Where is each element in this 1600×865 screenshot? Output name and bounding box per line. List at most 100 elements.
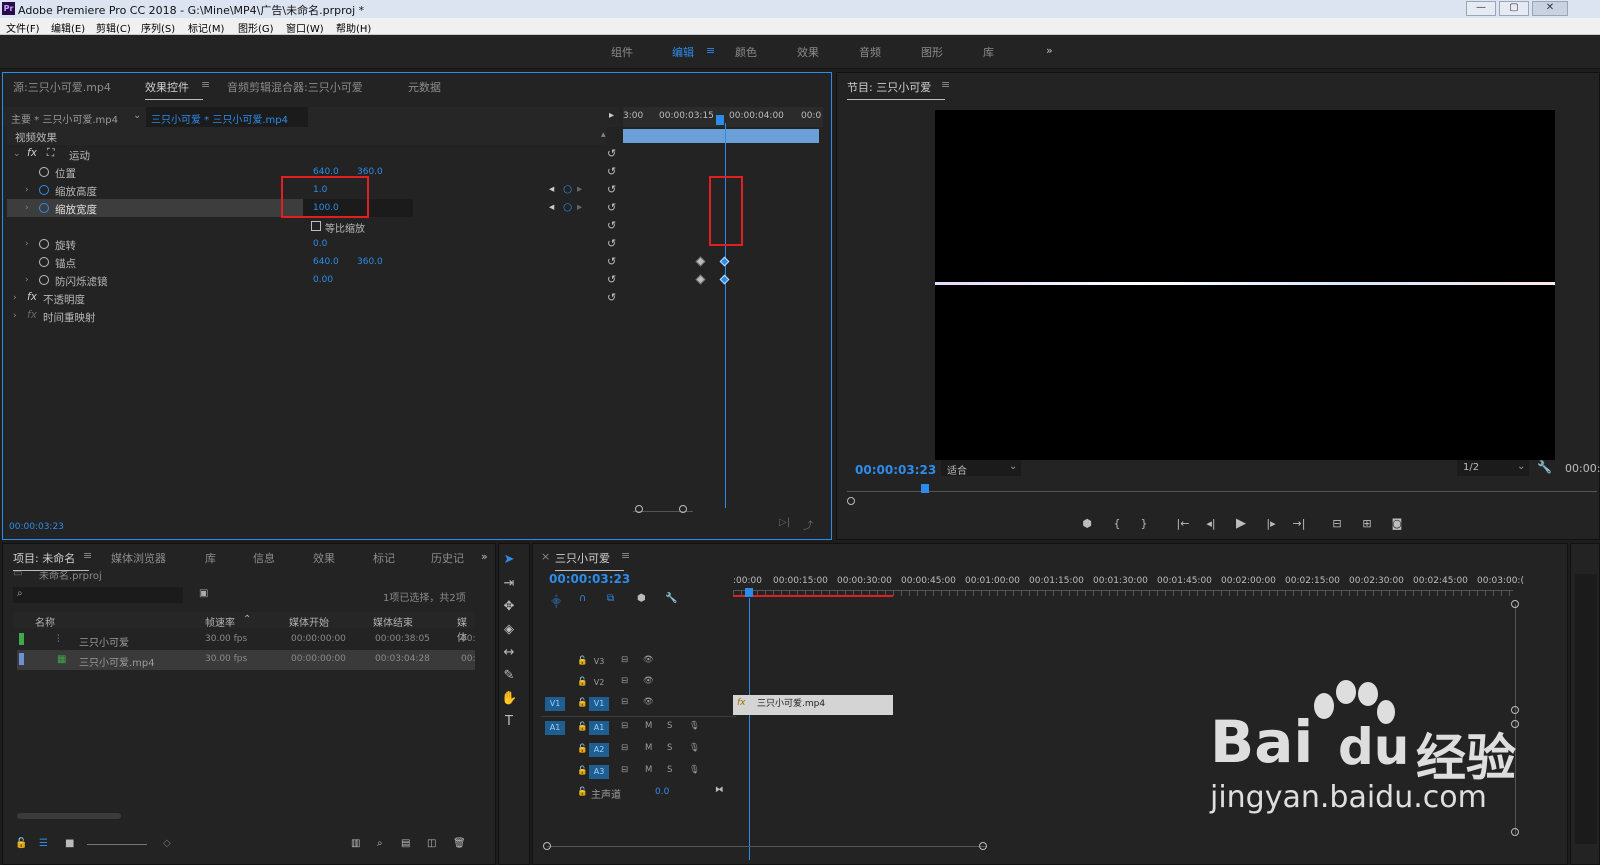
list-item[interactable]: ⫶ 三只小可爱 30.00 fps 00:00:00:00 00:00:38:0…	[17, 630, 475, 650]
mic-icon[interactable]: 🎙	[689, 765, 700, 775]
lock-icon[interactable]: 🔓	[15, 838, 27, 849]
wrench-icon[interactable]: 🔧	[665, 593, 677, 604]
resolution-dropdown[interactable]: 1/2 ⌄	[1457, 460, 1529, 476]
reset-icon[interactable]: ↺	[607, 147, 616, 160]
effect-timecode[interactable]: 00:00:03:23	[9, 522, 64, 532]
sequence-clip-label[interactable]: 三只小可爱 * 三只小可爱.mp4	[151, 111, 288, 126]
track-target[interactable]: A3	[589, 765, 609, 779]
track-target[interactable]: V2	[589, 676, 609, 690]
stopwatch-icon[interactable]	[39, 257, 49, 267]
new-bin-icon[interactable]: ▤	[401, 838, 410, 849]
selection-tool-icon[interactable]: ➤	[501, 552, 517, 567]
panel-menu-icon[interactable]: ≡	[201, 78, 210, 91]
reset-icon[interactable]: ↺	[607, 183, 616, 196]
sync-lock-icon[interactable]: ⊟	[621, 743, 628, 753]
value-field[interactable]: 0.00	[313, 275, 333, 285]
lock-icon[interactable]: 🔓	[577, 677, 588, 687]
mini-timeline-ruler[interactable]: 3:00 00:00:03:15 00:00:04:00 00:0	[623, 107, 823, 127]
track-target[interactable]: A2	[589, 743, 609, 757]
horizontal-scrollbar[interactable]	[547, 846, 987, 847]
sync-lock-icon[interactable]: ⊟	[621, 697, 628, 707]
uniform-scale-checkbox[interactable]	[311, 221, 321, 231]
step-back-icon[interactable]: ◂|	[1201, 517, 1221, 530]
program-timecode[interactable]: 00:00:03:23	[855, 463, 936, 477]
tab-effect-controls[interactable]: 效果控件	[145, 79, 203, 100]
list-view-icon[interactable]: ☰	[39, 838, 48, 849]
workspace-menu-icon[interactable]: ≡	[706, 44, 715, 57]
mic-icon[interactable]: 🎙	[689, 721, 700, 731]
tab-effects[interactable]: 效果	[313, 550, 335, 566]
sync-lock-icon[interactable]: ⊟	[621, 721, 628, 731]
time-remap-row[interactable]: › fx 时间重映射	[7, 307, 607, 325]
track-target[interactable]: V3	[589, 655, 609, 669]
playhead-icon[interactable]	[745, 588, 753, 597]
scroll-handle-icon[interactable]	[979, 842, 987, 850]
mic-icon[interactable]: 🎙	[689, 743, 700, 753]
panel-menu-icon[interactable]: ≡	[83, 549, 92, 562]
tab-source[interactable]: 源:三只小可爱.mp4	[13, 79, 111, 95]
keyframe-icon[interactable]	[695, 274, 706, 285]
next-keyframe-icon[interactable]: ▸	[577, 183, 582, 195]
stopwatch-icon[interactable]	[39, 275, 49, 285]
solo-button[interactable]: S	[667, 743, 672, 753]
master-clip-label[interactable]: 主要 * 三只小可爱.mp4	[11, 111, 118, 126]
camera-icon[interactable]: ◙	[1387, 517, 1407, 530]
hand-tool-icon[interactable]: ✋	[501, 691, 517, 706]
reset-icon[interactable]: ↺	[607, 165, 616, 178]
workspace-libraries[interactable]: 库	[983, 44, 994, 60]
lock-icon[interactable]: 🔓	[577, 656, 588, 666]
menu-marker[interactable]: 标记(M)	[188, 20, 224, 35]
fit-dropdown[interactable]: 适合 ⌄	[941, 460, 1021, 477]
lock-icon[interactable]: 🔓	[577, 766, 588, 776]
find-icon[interactable]: ⌕	[377, 838, 383, 849]
column-media-start[interactable]: 媒体开始	[289, 614, 329, 629]
value-field[interactable]: 640.0	[313, 257, 339, 267]
list-item[interactable]: ▦ 三只小可爱.mp4 30.00 fps 00:00:00:00 00:03:…	[17, 650, 475, 670]
scroll-handle-icon[interactable]	[1511, 600, 1519, 608]
mark-out-icon[interactable]: }	[1134, 517, 1154, 530]
prev-keyframe-icon[interactable]: ◂	[549, 183, 554, 195]
tab-markers[interactable]: 标记	[373, 550, 395, 566]
menu-clip[interactable]: 剪辑(C)	[96, 20, 131, 35]
sync-lock-icon[interactable]: ⊟	[621, 676, 628, 686]
new-item-icon[interactable]: ◫	[427, 838, 436, 849]
tab-info[interactable]: 信息	[253, 550, 275, 566]
workspace-graphics[interactable]: 图形	[921, 44, 943, 60]
panel-menu-icon[interactable]: ≡	[621, 549, 630, 562]
panel-menu-icon[interactable]: ≡	[941, 78, 950, 91]
minimize-icon[interactable]: —	[1466, 1, 1496, 16]
linked-selection-icon[interactable]: ⧉	[607, 593, 614, 604]
program-title[interactable]: 节目: 三只小可爱	[847, 79, 946, 100]
keyframe-icon[interactable]	[719, 274, 730, 285]
value-field[interactable]: 360.0	[357, 257, 383, 267]
eye-icon[interactable]: 👁	[643, 676, 654, 686]
next-keyframe-icon[interactable]: ▸	[577, 201, 582, 213]
stopwatch-icon[interactable]	[39, 185, 49, 195]
more-tabs-icon[interactable]: »	[481, 550, 488, 563]
stopwatch-icon[interactable]	[39, 203, 49, 213]
scroll-handle-icon[interactable]	[543, 842, 551, 850]
solo-button[interactable]: S	[667, 721, 672, 731]
marker-icon[interactable]: ⬢	[1077, 517, 1097, 530]
lift-icon[interactable]: ⊟	[1327, 517, 1347, 530]
mute-button[interactable]: M	[645, 765, 652, 775]
track-target[interactable]: A1	[589, 721, 609, 735]
program-scrub-bar[interactable]	[847, 491, 1597, 492]
snap-icon[interactable]: ∩	[579, 593, 586, 604]
scroll-handle-icon[interactable]	[847, 497, 855, 505]
tab-audio-clip-mixer[interactable]: 音频剪辑混合器:三只小可爱	[227, 79, 363, 95]
eye-icon[interactable]: 👁	[643, 655, 654, 665]
go-to-end-icon[interactable]: ⧓	[715, 785, 724, 795]
reset-icon[interactable]: ↺	[607, 273, 616, 286]
scroll-handle-icon[interactable]	[679, 505, 687, 513]
add-marker-icon[interactable]: ⬢	[637, 593, 646, 604]
mark-in-icon[interactable]: {	[1107, 517, 1127, 530]
icon-view-icon[interactable]: ■	[65, 838, 74, 849]
reset-icon[interactable]: ↺	[607, 201, 616, 214]
menu-edit[interactable]: 编辑(E)	[51, 20, 85, 35]
lock-icon[interactable]: 🔓	[577, 722, 588, 732]
mute-button[interactable]: M	[645, 721, 652, 731]
track-target[interactable]: V1	[589, 697, 609, 711]
timeline-timecode[interactable]: 00:00:03:23	[549, 572, 630, 586]
reset-icon[interactable]: ↺	[607, 291, 616, 304]
